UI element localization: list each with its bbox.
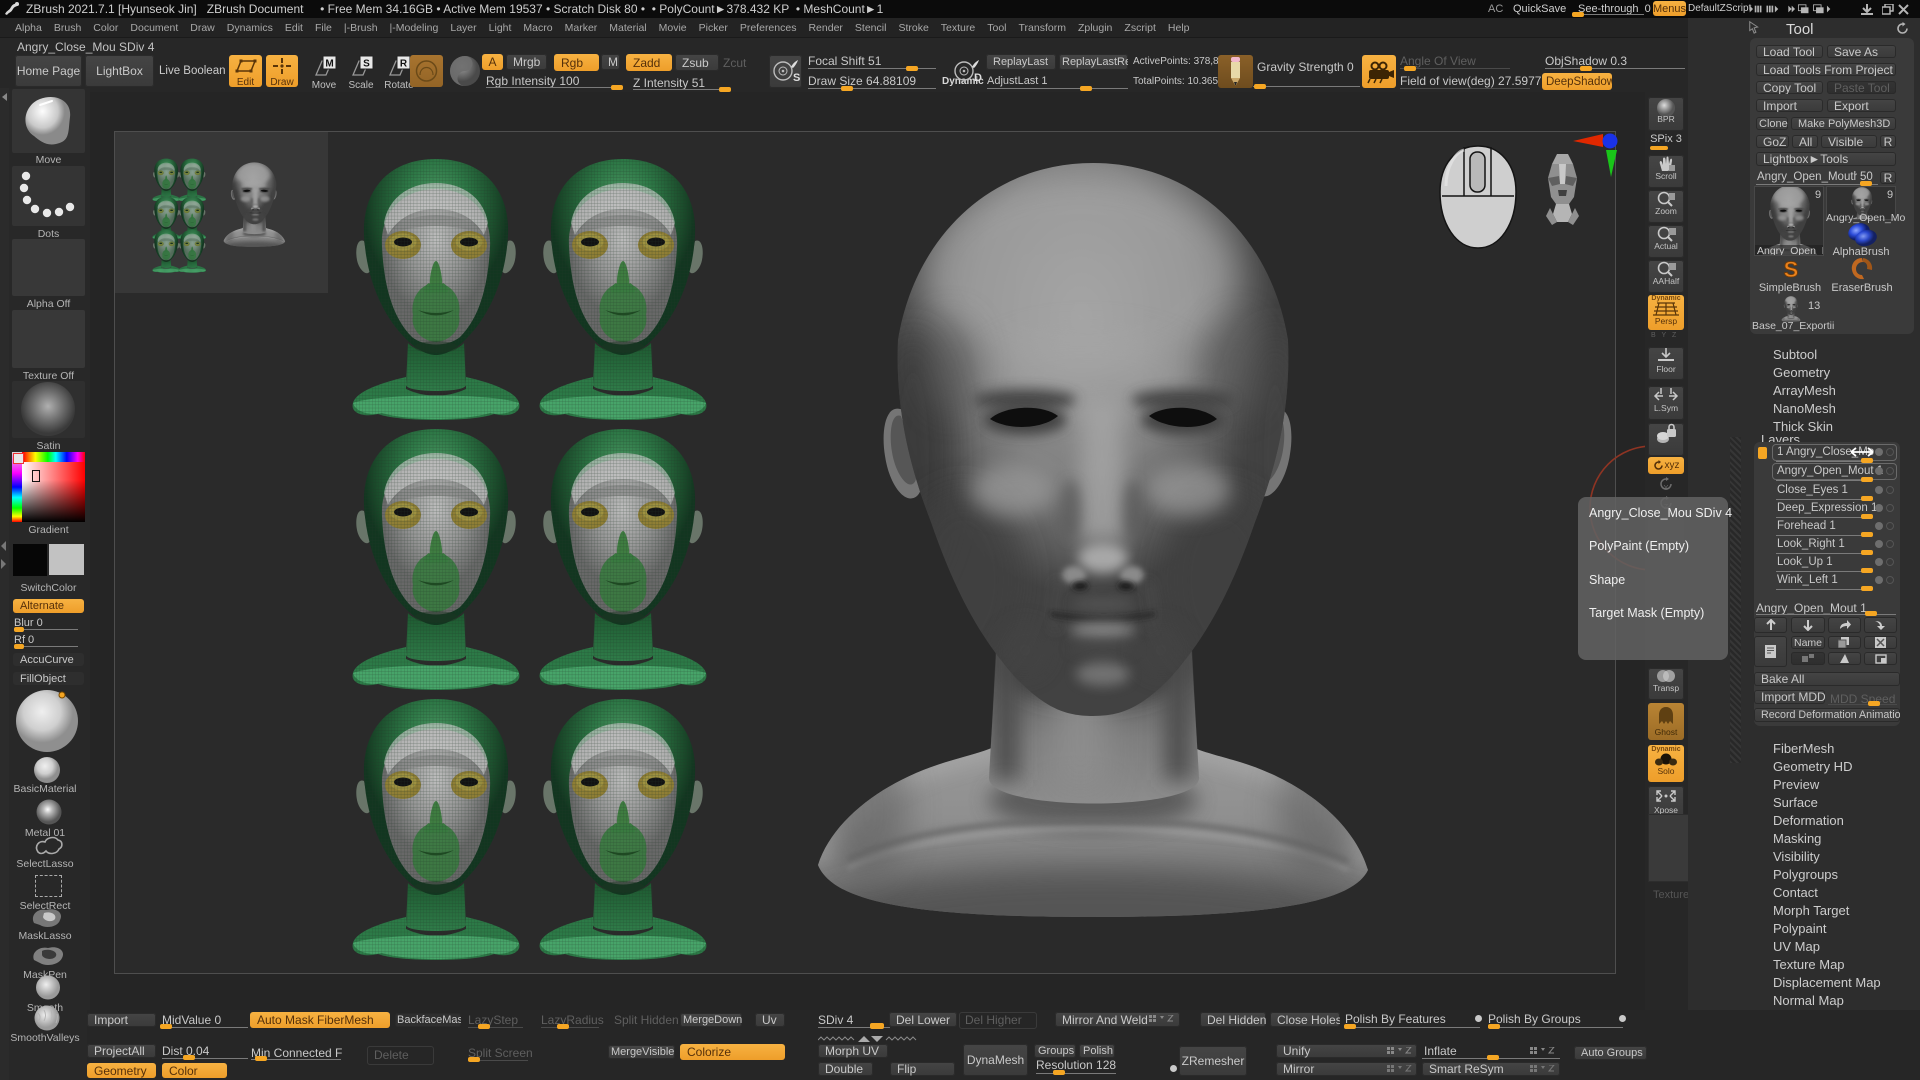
svg-text:R: R [400, 59, 408, 70]
svg-text:Z: Z [1664, 504, 1669, 511]
svg-text:S: S [363, 59, 370, 70]
svg-text:S: S [1784, 258, 1799, 282]
svg-text:Y: Y [1664, 485, 1669, 492]
svg-text:M: M [325, 59, 333, 70]
svg-text:D: D [974, 72, 982, 84]
svg-text:S: S [793, 72, 800, 84]
